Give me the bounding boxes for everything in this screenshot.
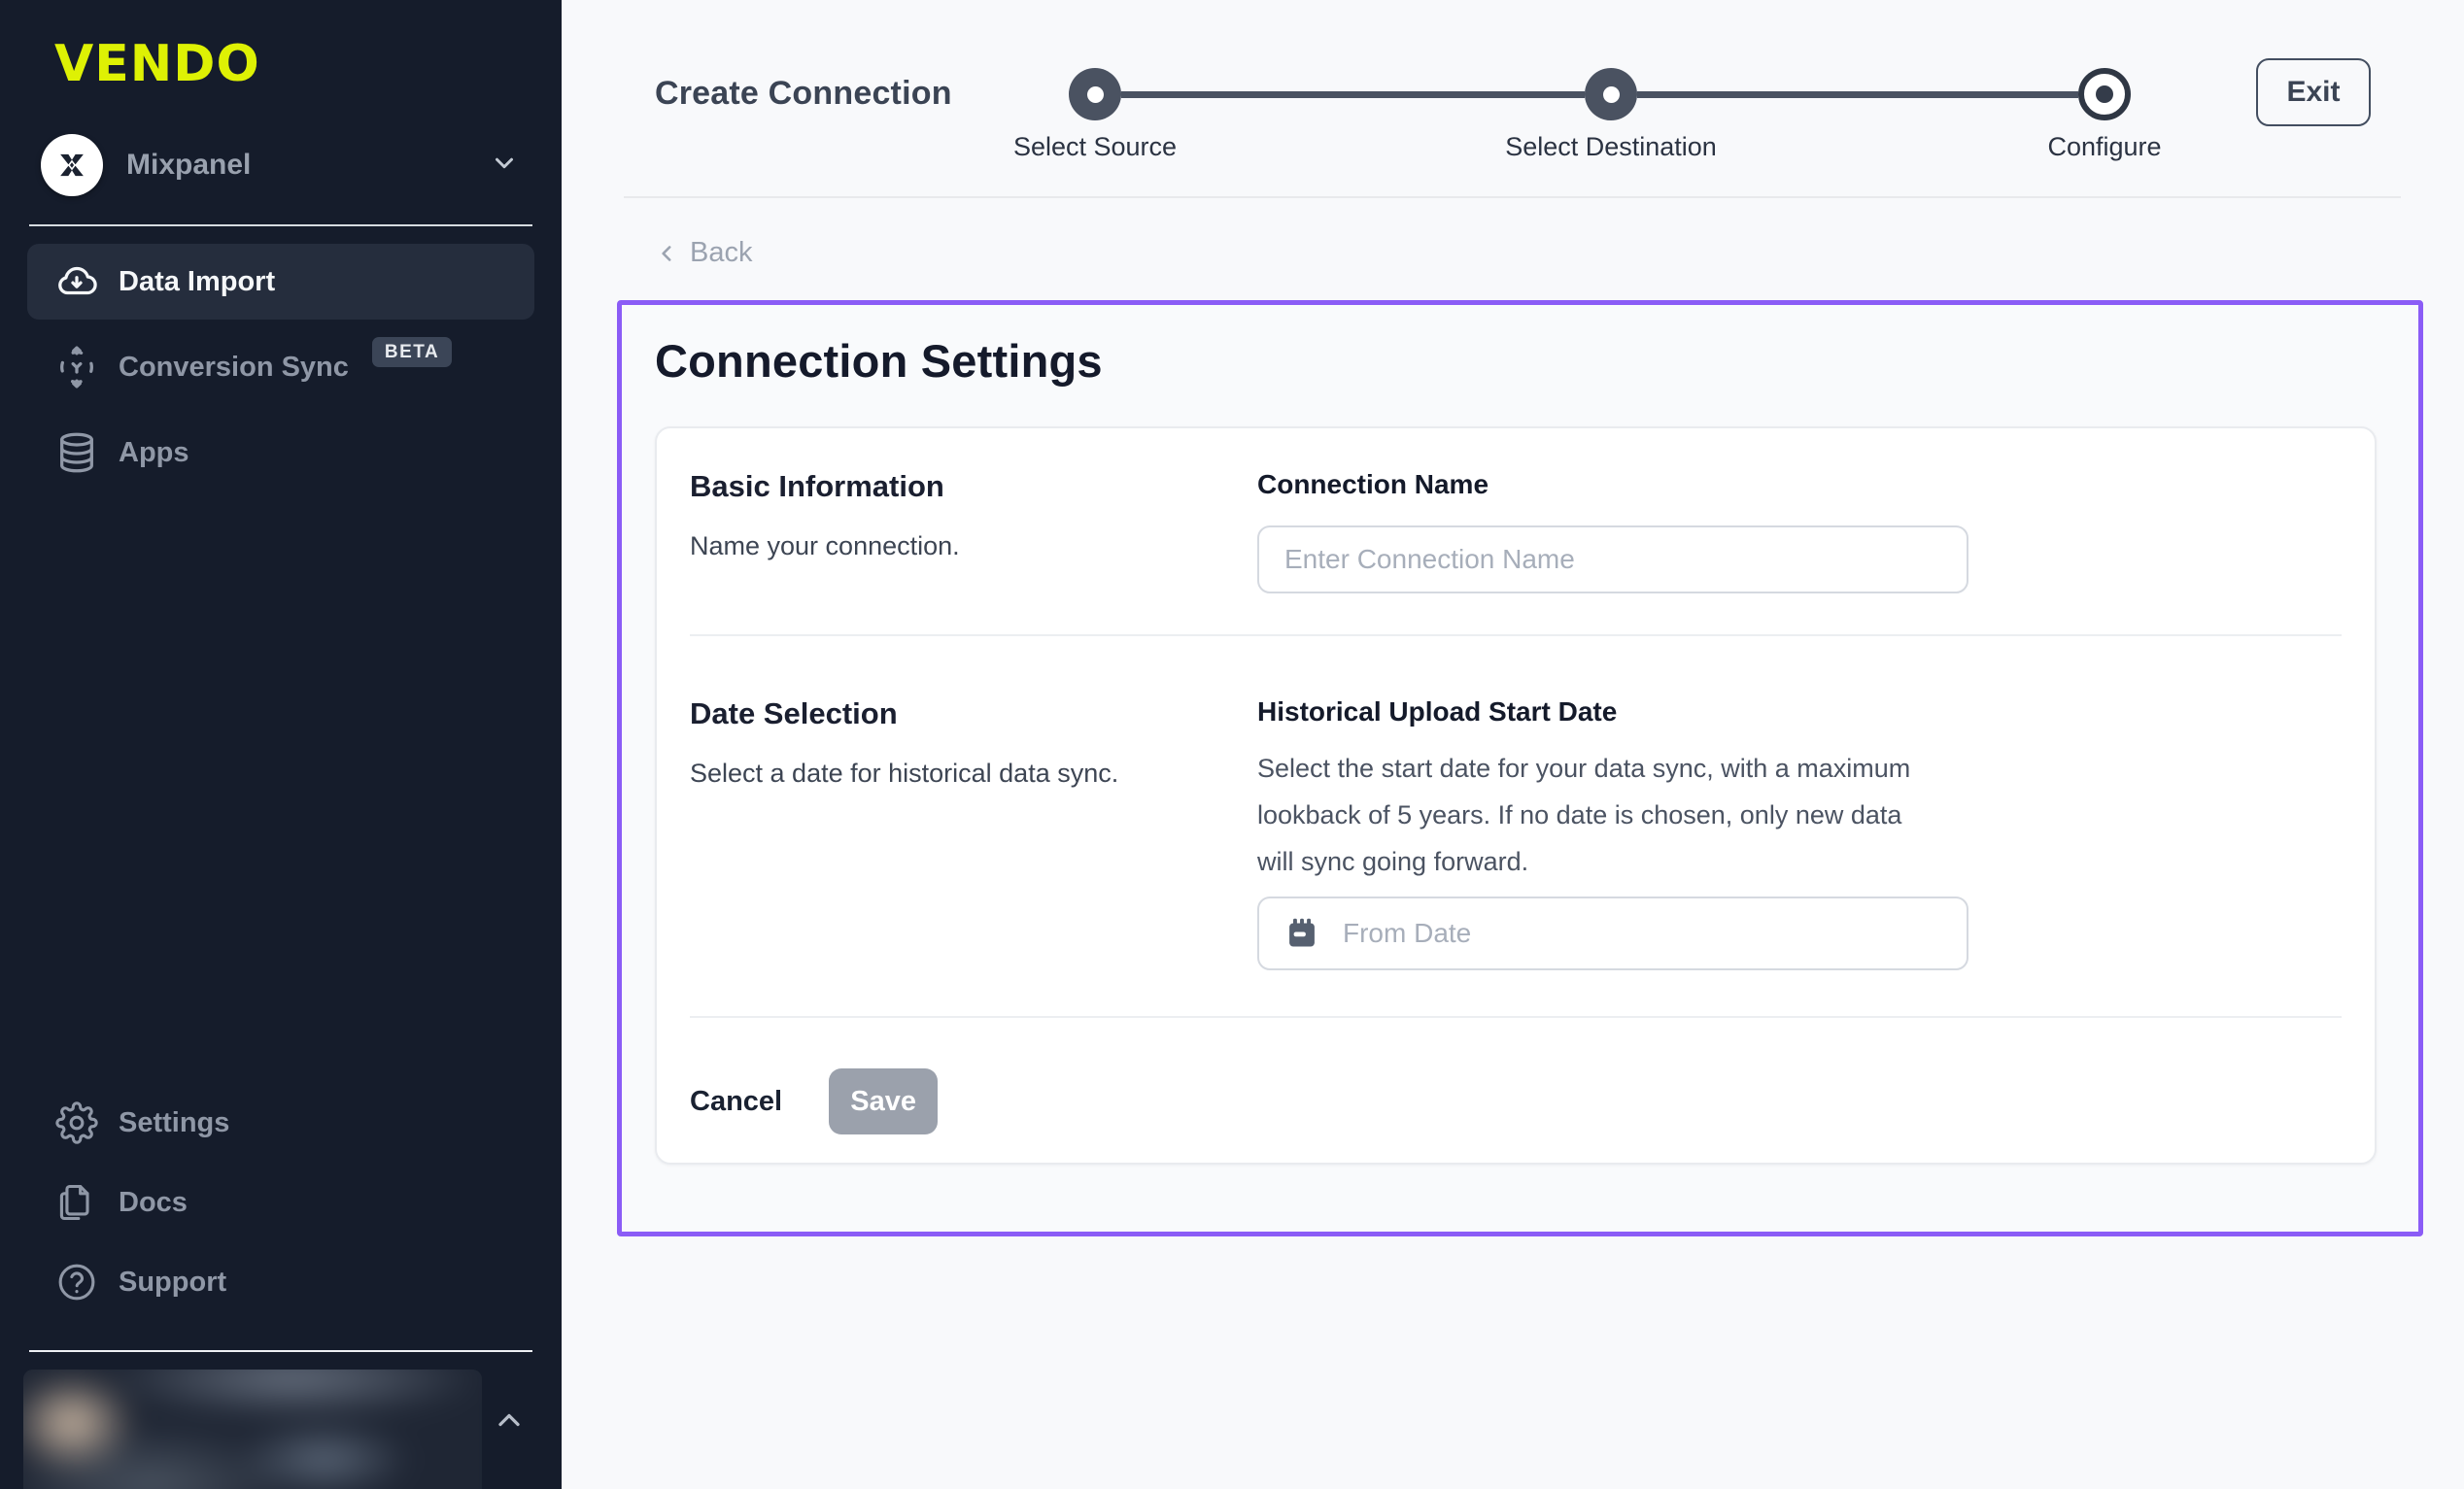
basic-information-section: Basic Information Name your connection. … xyxy=(690,428,2342,634)
section-description: Name your connection. xyxy=(690,531,1257,561)
back-link[interactable]: Back xyxy=(655,237,752,269)
step-connector xyxy=(1121,91,1585,98)
create-connection-header: Create Connection Select Source Select D… xyxy=(624,0,2401,198)
workspace-switcher[interactable]: Mixpanel xyxy=(41,132,529,198)
exit-button[interactable]: Exit xyxy=(2256,58,2371,126)
step-label: Select Destination xyxy=(1505,132,1717,162)
docs-icon xyxy=(54,1180,99,1225)
sidebar: Vendo Mixpanel Data Import xyxy=(0,0,562,1489)
step-select-destination[interactable]: Select Destination xyxy=(1585,68,1637,120)
connection-name-input[interactable] xyxy=(1257,525,1968,593)
vendo-logo: Vendo xyxy=(54,35,260,93)
form-actions: Cancel Save xyxy=(690,1018,2342,1134)
sidebar-item-label: Support xyxy=(119,1267,226,1299)
cloud-download-icon xyxy=(54,259,99,304)
sidebar-item-conversion-sync[interactable]: Conversion Sync BETA xyxy=(27,329,534,405)
workspace-name: Mixpanel xyxy=(126,149,466,182)
step-label: Select Source xyxy=(1013,132,1177,162)
sidebar-item-docs[interactable]: Docs xyxy=(27,1165,534,1240)
sidebar-item-data-import[interactable]: Data Import xyxy=(27,244,534,320)
step-connector xyxy=(1637,91,2078,98)
back-label: Back xyxy=(690,237,752,269)
sidebar-item-label: Apps xyxy=(119,437,189,469)
chevron-left-icon xyxy=(655,241,680,266)
settings-card: Basic Information Name your connection. … xyxy=(655,426,2377,1165)
date-selection-section: Date Selection Select a date for histori… xyxy=(690,636,2342,1016)
sidebar-item-label: Conversion Sync xyxy=(119,352,349,384)
sidebar-item-settings[interactable]: Settings xyxy=(27,1085,534,1161)
user-account-blurred[interactable] xyxy=(23,1370,482,1489)
sidebar-item-label: Docs xyxy=(119,1187,188,1219)
connection-settings-panel: Connection Settings Basic Information Na… xyxy=(617,300,2423,1236)
connection-name-label: Connection Name xyxy=(1257,469,2342,500)
beta-badge: BETA xyxy=(372,337,452,367)
sidebar-divider xyxy=(29,1350,532,1352)
start-date-label: Historical Upload Start Date xyxy=(1257,696,2342,728)
gear-icon xyxy=(54,1100,99,1145)
blurred-user-photo xyxy=(23,1370,482,1489)
database-icon xyxy=(54,430,99,475)
panel-title: Connection Settings xyxy=(655,334,2389,388)
section-description: Select a date for historical data sync. xyxy=(690,759,1257,789)
sidebar-footer-nav: Settings Docs Support xyxy=(27,1085,534,1320)
chevron-down-icon xyxy=(490,149,519,183)
start-date-help-text: Select the start date for your data sync… xyxy=(1257,745,1937,885)
chevron-up-icon[interactable] xyxy=(492,1403,527,1442)
step-label: Configure xyxy=(2047,132,2161,162)
from-date-input[interactable] xyxy=(1257,897,1968,970)
calendar-icon xyxy=(1284,916,1319,956)
sidebar-item-label: Settings xyxy=(119,1107,229,1139)
stepper: Select Source Select Destination Configu… xyxy=(1069,68,2131,120)
section-title: Basic Information xyxy=(690,469,1257,504)
save-button[interactable]: Save xyxy=(829,1068,938,1134)
step-select-source[interactable]: Select Source xyxy=(1069,68,1121,120)
mixpanel-logo-icon xyxy=(41,134,103,196)
conversion-sync-icon xyxy=(54,345,99,389)
section-title: Date Selection xyxy=(690,696,1257,731)
sidebar-nav: Data Import Conversion Sync BETA xyxy=(27,244,534,491)
help-icon xyxy=(54,1260,99,1304)
step-dot-filled xyxy=(1585,68,1637,120)
step-dot-current xyxy=(2078,68,2131,120)
sidebar-item-label: Data Import xyxy=(119,266,275,298)
cancel-button[interactable]: Cancel xyxy=(690,1086,782,1118)
from-date-field xyxy=(1257,897,1968,970)
sidebar-item-support[interactable]: Support xyxy=(27,1244,534,1320)
page-title: Create Connection xyxy=(655,75,952,113)
sidebar-item-apps[interactable]: Apps xyxy=(27,415,534,491)
step-configure[interactable]: Configure xyxy=(2078,68,2131,120)
sidebar-divider xyxy=(29,224,532,226)
step-dot-filled xyxy=(1069,68,1121,120)
main-content: Create Connection Select Source Select D… xyxy=(562,0,2464,1489)
